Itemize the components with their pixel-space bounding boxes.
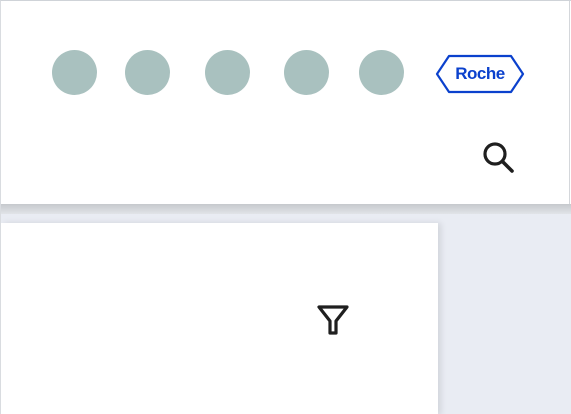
nav-item-5[interactable] xyxy=(359,50,404,95)
filter-icon xyxy=(317,305,349,335)
nav-item-3[interactable] xyxy=(205,50,250,95)
search-icon xyxy=(483,142,514,173)
nav-item-1[interactable] xyxy=(52,50,97,95)
results-panel xyxy=(1,223,438,414)
nav-item-2[interactable] xyxy=(125,50,170,95)
app-header: Roche xyxy=(1,1,570,204)
search-button[interactable] xyxy=(479,138,519,178)
roche-logo[interactable]: Roche xyxy=(435,54,525,94)
nav-item-4[interactable] xyxy=(284,50,329,95)
logo-text: Roche xyxy=(455,64,505,83)
header-shadow xyxy=(1,204,571,214)
filter-button[interactable] xyxy=(313,301,353,341)
app-window: Roche xyxy=(0,0,571,414)
